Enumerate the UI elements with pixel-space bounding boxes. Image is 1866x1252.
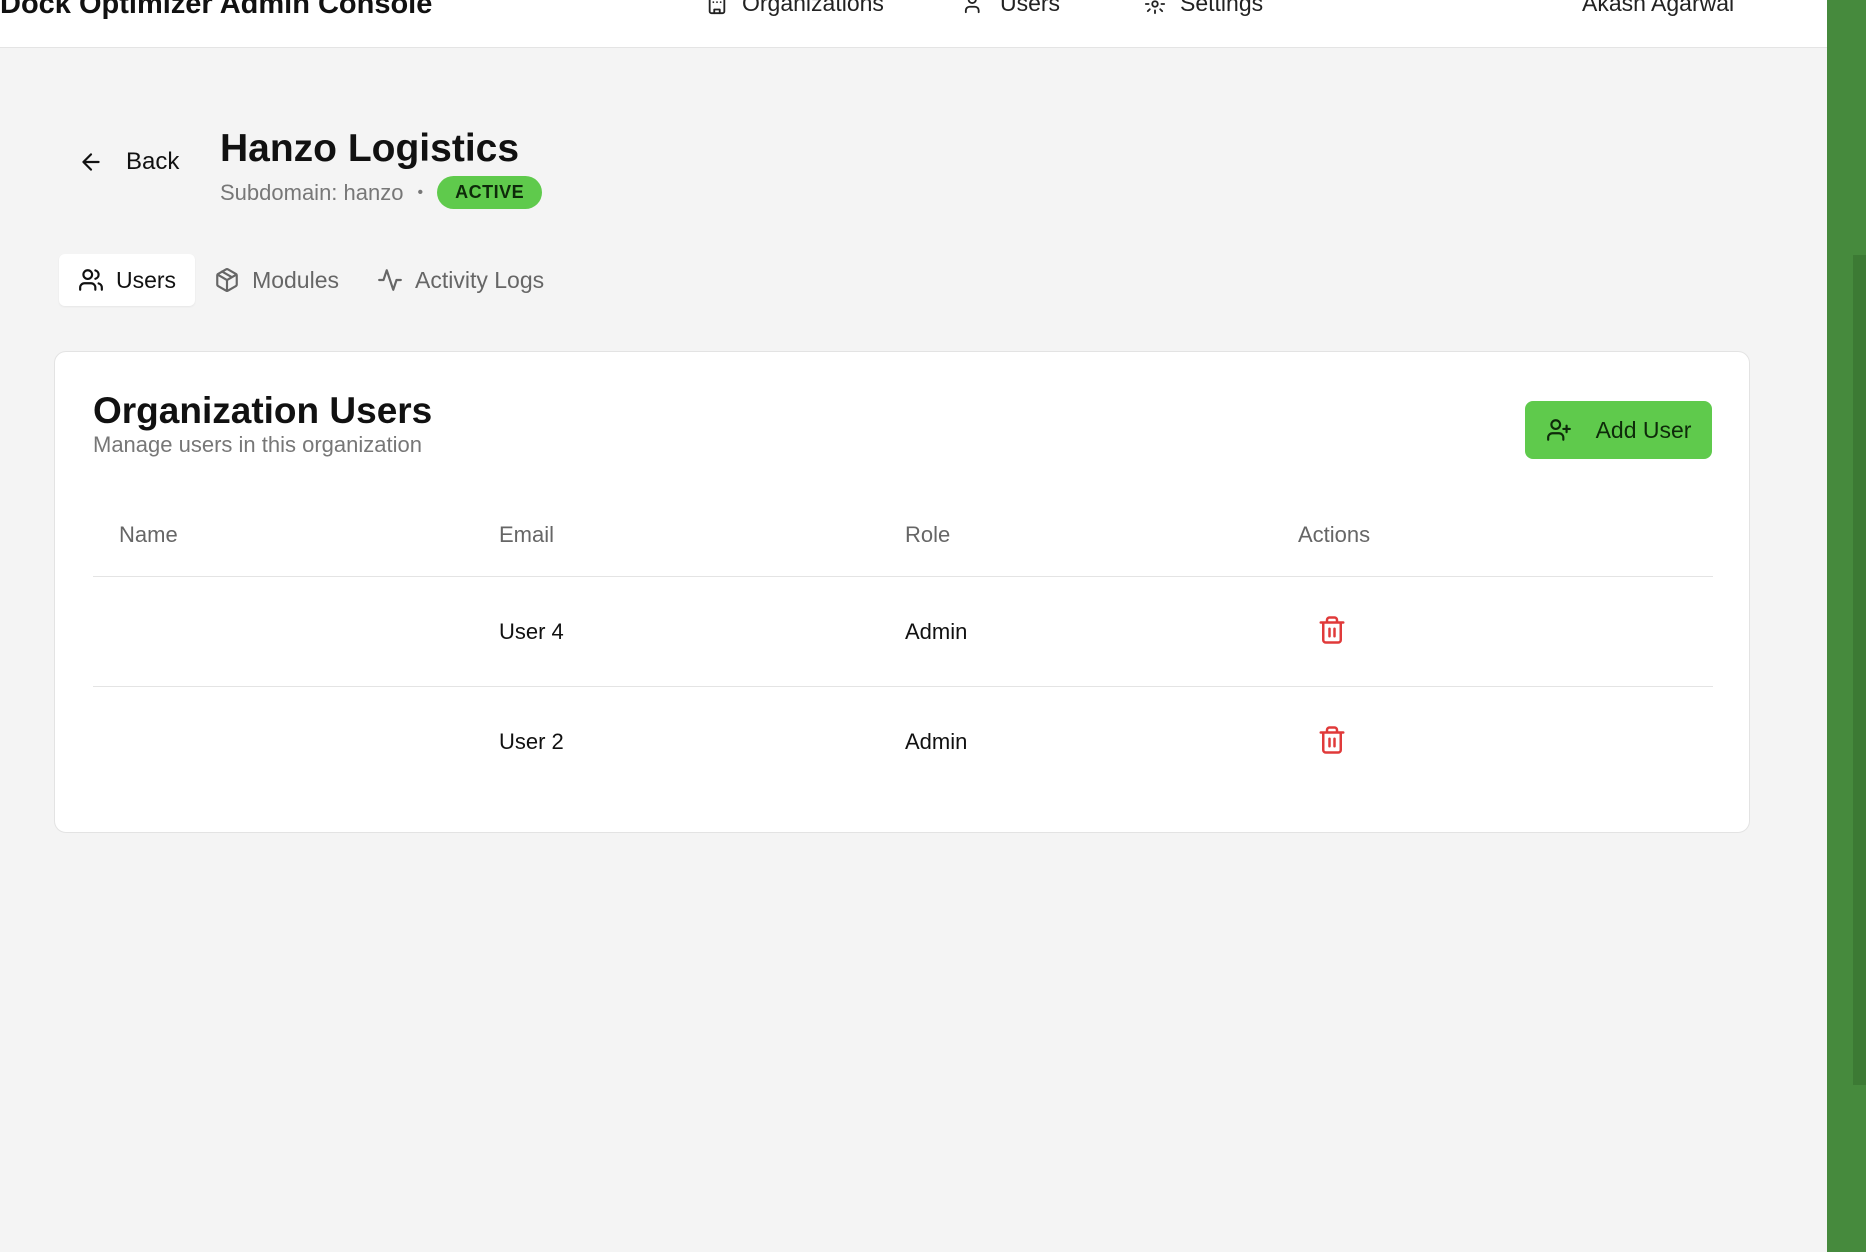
column-header-actions: Actions — [1298, 522, 1371, 547]
meta-separator: • — [417, 183, 424, 201]
users-icon — [79, 269, 103, 291]
users-table: Name Email Role Actions User 4 Admin Use… — [93, 494, 1713, 796]
table-row: User 2 Admin — [93, 687, 1713, 796]
status-badge: ACTIVE — [437, 176, 543, 209]
subdomain-text: Subdomain: hanzo — [220, 179, 404, 205]
table-header: Name Email Role Actions — [93, 494, 1713, 577]
page-title: Hanzo Logistics — [220, 127, 520, 170]
tab-users-label: Users — [116, 266, 177, 293]
gear-icon — [1144, 0, 1166, 14]
nav-settings[interactable]: Settings — [1144, 0, 1263, 17]
cell-email: User 4 — [499, 619, 564, 644]
users-icon — [964, 0, 980, 13]
column-header-name: Name — [119, 522, 178, 547]
current-user-name[interactable]: Akash Agarwal — [1582, 0, 1734, 17]
trash-icon[interactable] — [1317, 615, 1347, 645]
nav-users[interactable]: Users — [964, 0, 1060, 17]
window-edge-strip — [1827, 0, 1866, 1252]
back-button[interactable]: Back — [78, 148, 179, 176]
add-user-button[interactable]: Add User — [1525, 401, 1712, 459]
activity-icon — [378, 269, 402, 291]
column-header-email: Email — [499, 522, 555, 547]
tab-activity-logs[interactable]: Activity Logs — [358, 254, 563, 306]
cell-email: User 2 — [499, 729, 564, 754]
add-user-label: Add User — [1595, 416, 1692, 443]
window-edge-shadow — [1853, 255, 1866, 1085]
card-title: Organization Users — [93, 390, 433, 431]
organization-users-card: Organization Users Manage users in this … — [54, 351, 1750, 833]
back-button-label: Back — [126, 148, 180, 175]
column-header-role: Role — [905, 522, 951, 547]
user-plus-icon — [1546, 419, 1571, 441]
cell-role: Admin — [905, 729, 968, 754]
top-navbar: Dock Optimizer Admin Console Organizatio… — [0, 0, 1827, 48]
tab-users[interactable]: Users — [59, 254, 196, 306]
cell-role: Admin — [905, 619, 968, 644]
nav-users-label: Users — [1000, 0, 1061, 16]
org-tabs: Users Modules Activity Logs — [59, 254, 563, 306]
tab-modules-label: Modules — [252, 266, 339, 293]
trash-icon[interactable] — [1317, 725, 1347, 755]
tab-activity-logs-label: Activity Logs — [415, 266, 545, 293]
arrow-left-icon — [82, 153, 100, 171]
building-icon — [708, 0, 726, 14]
package-icon — [216, 268, 238, 293]
app-title: Dock Optimizer Admin Console — [0, 0, 433, 20]
nav-organizations[interactable]: Organizations — [706, 0, 884, 17]
table-row: User 4 Admin — [93, 577, 1713, 687]
org-meta: Subdomain: hanzo • ACTIVE — [220, 176, 543, 209]
card-subtitle: Manage users in this organization — [93, 432, 422, 457]
nav-settings-label: Settings — [1180, 0, 1264, 16]
tab-modules[interactable]: Modules — [195, 254, 358, 306]
nav-organizations-label: Organizations — [742, 0, 884, 16]
